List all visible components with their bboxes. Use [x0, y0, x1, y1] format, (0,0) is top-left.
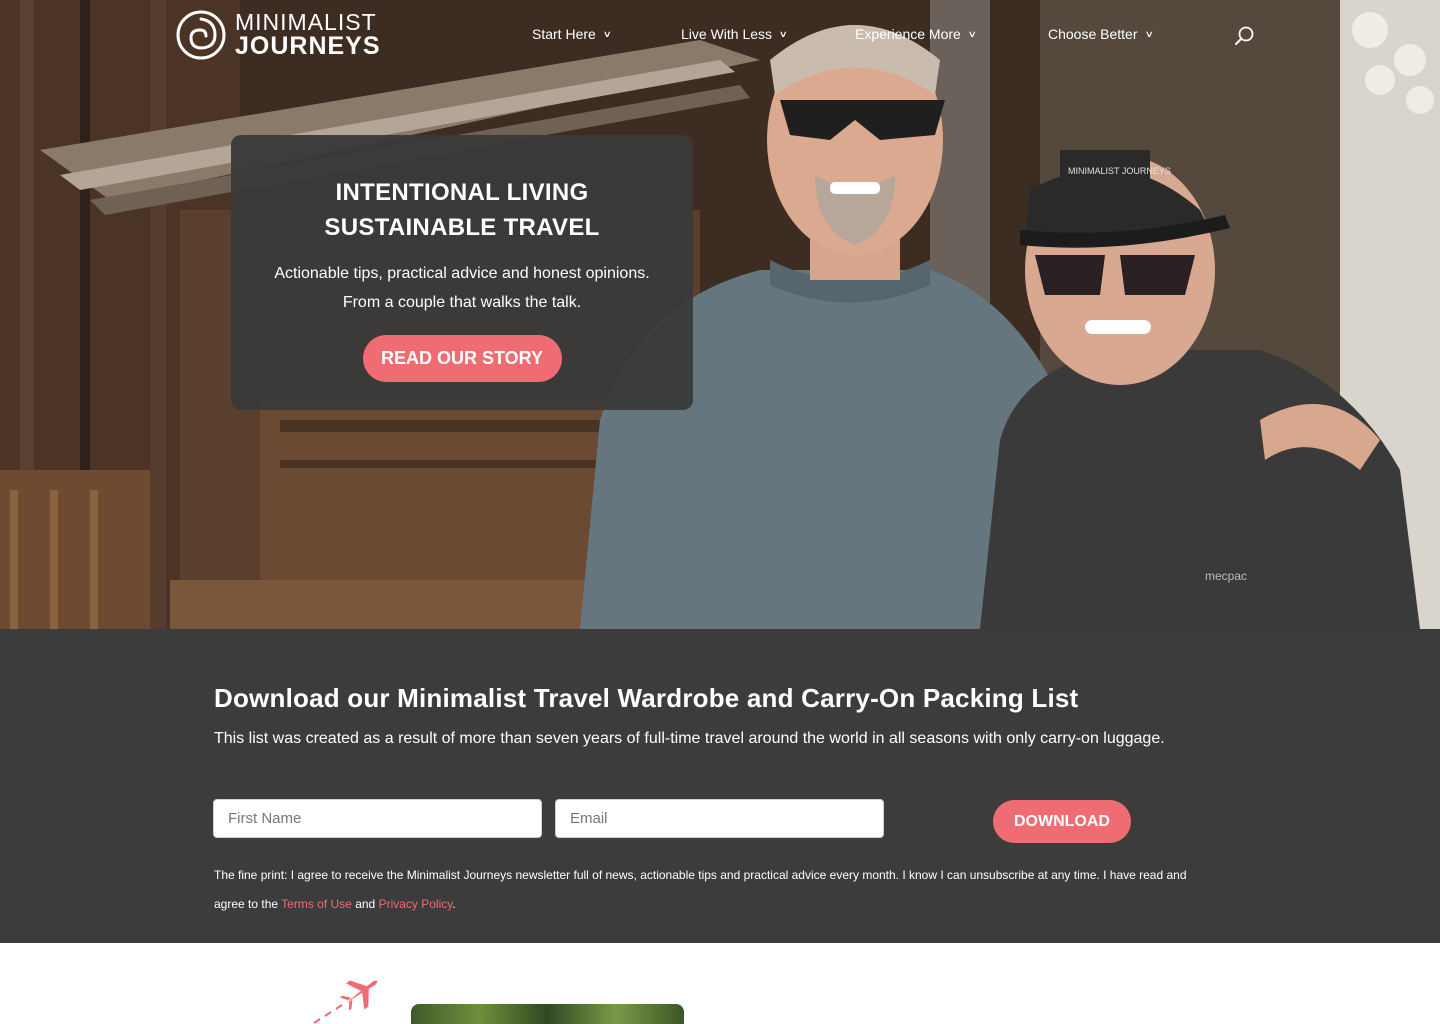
search-icon[interactable]: [1234, 25, 1256, 47]
hero-title-line1: INTENTIONAL LIVING: [335, 179, 589, 206]
main-nav: Start Here ∨ Live With Less ∨ Experience…: [0, 26, 1440, 46]
download-button[interactable]: DOWNLOAD: [993, 800, 1131, 843]
nav-experience-more[interactable]: Experience More ∨: [855, 26, 977, 42]
hero-title-line2: SUSTAINABLE TRAVEL: [324, 214, 600, 241]
nav-label: Start Here: [532, 26, 596, 42]
featured-photo[interactable]: [411, 1004, 684, 1024]
fine-print-and: and: [351, 897, 379, 911]
email-input[interactable]: [555, 799, 884, 838]
hero-photo: MINIMALIST JOURNEYS mecpac: [0, 0, 1440, 629]
optin-section: Download our Minimalist Travel Wardrobe …: [0, 629, 1440, 943]
cap-logo-text: MINIMALIST JOURNEYS: [1068, 166, 1171, 176]
nav-choose-better[interactable]: Choose Better ∨: [1048, 26, 1154, 42]
first-name-input[interactable]: [213, 799, 542, 838]
hero-card: INTENTIONAL LIVING SUSTAINABLE TRAVEL Ac…: [231, 135, 693, 410]
privacy-policy-link[interactable]: Privacy Policy: [379, 897, 453, 911]
chevron-down-icon: ∨: [967, 28, 977, 39]
chevron-down-icon: ∨: [602, 28, 612, 39]
optin-description: This list was created as a result of mor…: [214, 730, 1165, 747]
chevron-down-icon: ∨: [1144, 28, 1154, 39]
hero-section: MINIMALIST JOURNEYS mecpac MINIMALIST JO…: [0, 0, 1440, 629]
optin-title: Download our Minimalist Travel Wardrobe …: [214, 683, 1079, 713]
fine-print-end: .: [452, 897, 456, 911]
nav-label: Choose Better: [1048, 26, 1138, 42]
airplane-icon: [313, 980, 378, 1024]
jacket-logo-text: mecpac: [1205, 569, 1247, 583]
content-section: [0, 943, 1440, 1024]
terms-of-use-link[interactable]: Terms of Use: [281, 897, 352, 911]
nav-label: Experience More: [855, 26, 961, 42]
hero-subtitle-line1: Actionable tips, practical advice and ho…: [274, 265, 650, 282]
nav-label: Live With Less: [681, 26, 773, 42]
hero-title: INTENTIONAL LIVING SUSTAINABLE TRAVEL: [231, 175, 693, 245]
fine-print: The fine print: I agree to receive the M…: [214, 861, 1214, 919]
read-our-story-button[interactable]: READ OUR STORY: [362, 335, 562, 382]
hero-subtitle-line2: From a couple that walks the talk.: [342, 294, 582, 311]
chevron-down-icon: ∨: [778, 28, 788, 39]
nav-live-with-less[interactable]: Live With Less ∨: [681, 26, 788, 42]
nav-start-here[interactable]: Start Here ∨: [532, 26, 612, 42]
hero-subtitle: Actionable tips, practical advice and ho…: [231, 259, 693, 317]
